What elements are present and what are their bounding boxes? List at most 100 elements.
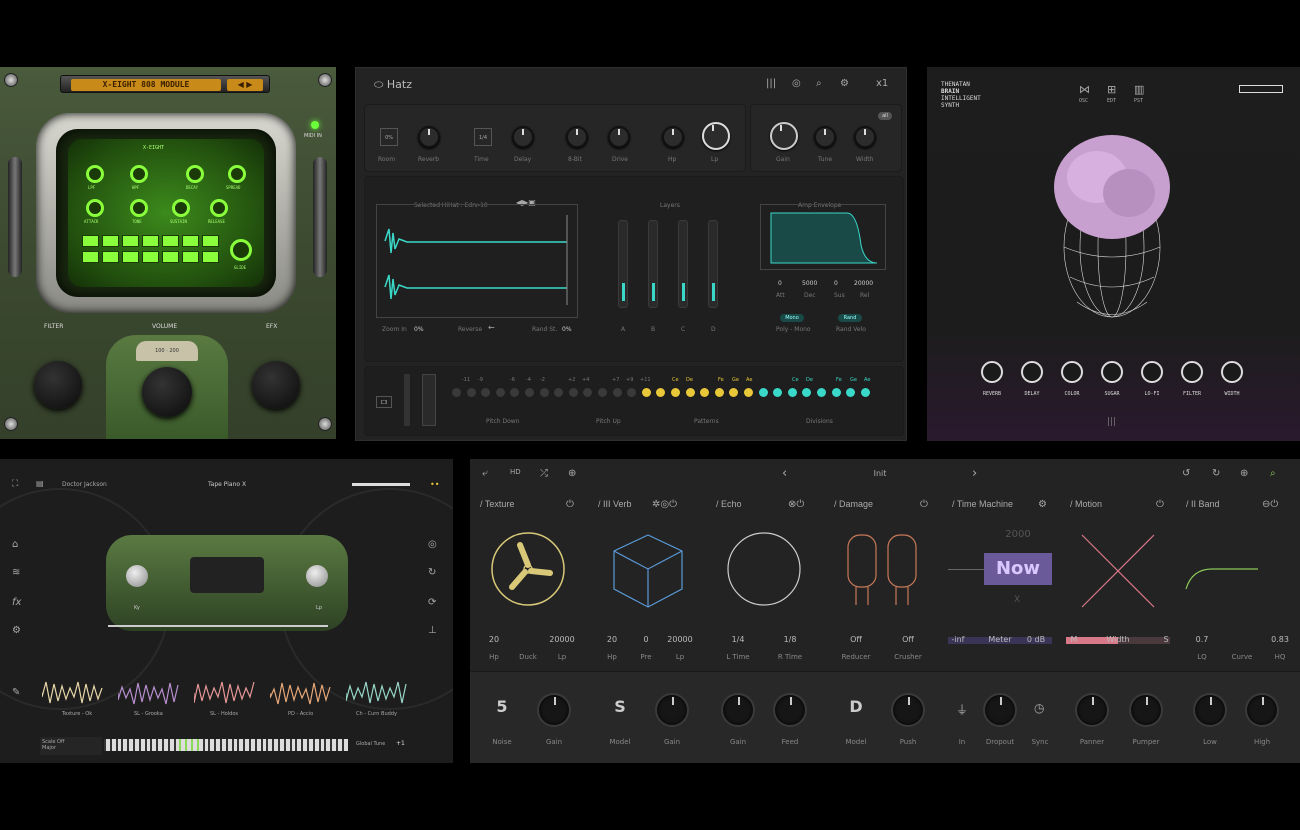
fx-value[interactable]: S (1146, 635, 1186, 644)
fx-value[interactable]: Off (836, 635, 876, 644)
sequencer-step[interactable] (583, 388, 593, 397)
fx-mode-selector[interactable]: S (605, 697, 635, 716)
layer-a-fader[interactable] (618, 220, 628, 308)
pitch-slider[interactable] (404, 374, 410, 426)
step-pad[interactable] (142, 235, 159, 247)
piano-key[interactable] (167, 739, 170, 751)
refresh-icon[interactable]: ⟳ (428, 597, 436, 608)
piano-key[interactable] (185, 739, 188, 751)
scale-selector[interactable]: Scale Off Major (40, 737, 102, 755)
fx-knob[interactable] (1129, 693, 1163, 727)
motion-power-icon[interactable]: ⏻ (1156, 499, 1164, 510)
fx-mode-selector[interactable]: 5 (487, 697, 517, 716)
settings-icon[interactable]: ⚙ (12, 625, 21, 636)
sequencer-step[interactable] (656, 388, 666, 397)
echo-power-icon[interactable]: ⊗⏻ (788, 499, 804, 510)
verb-mode-icon[interactable]: ✲◎⏻ (652, 499, 677, 510)
piano-keyboard[interactable] (104, 739, 348, 751)
filter-knob[interactable] (34, 361, 82, 409)
spread-knob[interactable] (228, 165, 246, 183)
efx-knob[interactable] (252, 361, 300, 409)
piano-key[interactable] (318, 739, 321, 751)
sequencer-step[interactable] (466, 388, 476, 397)
piano-key[interactable] (254, 739, 257, 751)
tm-now-display[interactable]: Now (984, 553, 1052, 585)
undo-icon[interactable]: ↺ (1182, 468, 1190, 479)
env-value[interactable]: 0 (834, 280, 838, 287)
fx-knob[interactable] (1193, 693, 1227, 727)
root-note[interactable]: C3 (376, 396, 392, 408)
fx-mode-selector[interactable]: D (841, 697, 871, 716)
piano-key[interactable] (173, 739, 176, 751)
sequencer-step[interactable] (817, 388, 826, 397)
piano-key[interactable] (121, 739, 124, 751)
sequencer-step[interactable] (773, 388, 783, 397)
sequencer-step[interactable] (568, 388, 578, 397)
global-tune-value[interactable]: +1 (396, 740, 405, 747)
sustain-knob[interactable] (172, 199, 190, 217)
sequencer-step[interactable] (539, 388, 549, 397)
piano-key[interactable] (144, 739, 147, 751)
step-pad[interactable] (202, 235, 219, 247)
sequencer-step[interactable] (671, 388, 680, 397)
release-knob[interactable] (210, 199, 228, 217)
attack-knob[interactable] (86, 199, 104, 217)
redo-icon[interactable]: ↻ (1212, 468, 1220, 479)
sequencer-step[interactable] (744, 388, 753, 397)
piano-key[interactable] (202, 739, 205, 751)
fx-toggle-icon[interactable]: ◷ (1034, 701, 1044, 715)
band-power-icon[interactable]: ⊖⏻ (1262, 499, 1278, 510)
lpf-knob[interactable] (86, 165, 104, 183)
time-value[interactable]: 1/4 (474, 128, 492, 146)
piano-key[interactable] (127, 739, 130, 751)
delay-knob[interactable] (512, 126, 534, 148)
piano-key[interactable] (289, 739, 292, 751)
glide-knob[interactable] (230, 239, 252, 261)
piano-key[interactable] (237, 739, 240, 751)
home-icon[interactable]: ⌂ (12, 539, 18, 550)
routing-icon[interactable]: ⤶ (482, 468, 488, 479)
piano-key[interactable] (231, 739, 234, 751)
sequencer-step[interactable] (714, 388, 724, 397)
sequencer-dots[interactable] (452, 388, 892, 400)
fx-value[interactable]: Off (888, 635, 928, 644)
random-icon[interactable]: ⤮ (540, 468, 548, 479)
search-icon[interactable]: ⌕ (1270, 468, 1276, 479)
piano-key[interactable] (225, 739, 228, 751)
reverb-knob[interactable] (418, 126, 440, 148)
folder-icon[interactable]: ▤ (36, 479, 44, 488)
piano-key[interactable] (133, 739, 135, 751)
env-value[interactable]: 20000 (854, 280, 873, 287)
fx-knob[interactable] (721, 693, 755, 727)
target-icon[interactable]: ◎ (792, 78, 801, 89)
fx-value[interactable]: 1/8 (770, 635, 810, 644)
piano-key[interactable] (104, 739, 106, 751)
fx-value[interactable]: Meter (980, 635, 1020, 644)
fx-value[interactable]: -inf (938, 635, 978, 644)
damage-power-icon[interactable]: ⏻ (920, 499, 928, 510)
gain-knob[interactable] (770, 122, 798, 150)
fx-icon[interactable]: fx (12, 597, 21, 608)
fx-knob[interactable] (1075, 693, 1109, 727)
left-knob[interactable] (126, 565, 148, 587)
reverse-arrow-icon[interactable]: ← (488, 323, 495, 332)
preset-tab-icon[interactable]: ▥ (1134, 83, 1144, 96)
sequencer-step[interactable] (510, 388, 520, 397)
piano-key[interactable] (196, 739, 199, 751)
fx-knob[interactable] (537, 693, 571, 727)
hp-knob[interactable] (662, 126, 684, 148)
fx-value[interactable]: 1/4 (718, 635, 758, 644)
sample-waveform[interactable] (117, 679, 182, 707)
mixer-icon[interactable]: ||| (766, 78, 776, 89)
room-value[interactable]: 0% (380, 128, 398, 146)
piano-key[interactable] (272, 739, 275, 751)
piano-key[interactable] (150, 739, 153, 751)
layer-b-fader[interactable] (648, 220, 658, 308)
waves-icon[interactable]: ≋ (12, 567, 20, 578)
loop-icon[interactable]: ↻ (428, 567, 436, 578)
step-pad[interactable] (102, 251, 119, 263)
drive-knob[interactable] (608, 126, 630, 148)
mod-slider[interactable] (422, 374, 436, 426)
scale-button[interactable]: x1 (876, 78, 888, 89)
fx-value[interactable]: 0.7 (1182, 635, 1222, 644)
